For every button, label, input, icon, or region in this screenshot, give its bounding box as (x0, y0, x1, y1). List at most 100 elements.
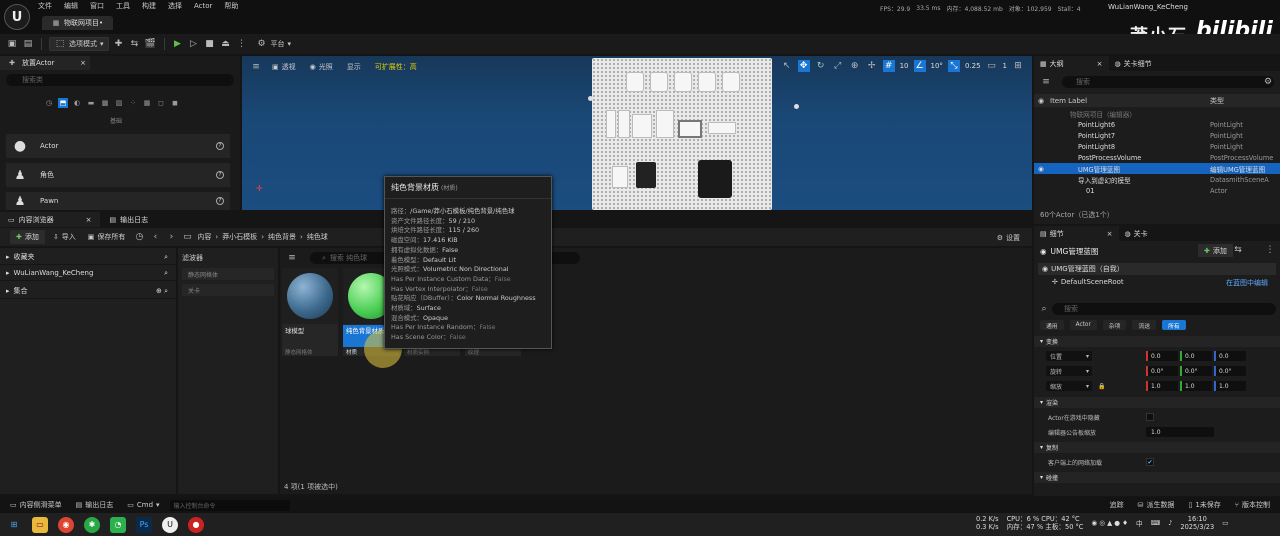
folder-icon[interactable]: ▭ (181, 231, 193, 243)
forward-icon[interactable]: › (165, 231, 177, 243)
filter-icon[interactable]: ≡ (1040, 76, 1052, 88)
eye-icon[interactable]: ◉ (1038, 165, 1044, 173)
breadcrumb-item[interactable]: 纯色背景 (268, 232, 296, 242)
breadcrumb-item[interactable]: 纯色球 (307, 232, 328, 242)
content-drawer-button[interactable]: ▭ 内容侧滑菜单 (6, 498, 66, 512)
location-x[interactable]: 0.0 (1146, 351, 1178, 361)
scale-dropdown[interactable]: 缩放 ▾ (1046, 381, 1092, 391)
file-explorer-icon[interactable]: ▭ (32, 516, 48, 533)
visual-effects-icon[interactable]: ▩ (100, 98, 110, 108)
rotation-snap[interactable]: 10° (931, 62, 943, 70)
component-root[interactable]: ✢ DefaultSceneRoot (1052, 278, 1124, 286)
place-actors-search[interactable]: 搜索类 (6, 74, 234, 86)
place-item-character[interactable]: ♟ 角色 ? (6, 163, 230, 187)
asset-tile[interactable]: 球模型 静态网格体 (282, 268, 338, 356)
breadcrumb-item[interactable]: 内容 (197, 232, 211, 242)
tab-content-browser[interactable]: ▭ 内容浏览器 × (0, 212, 100, 227)
scale-snap[interactable]: 0.25 (965, 62, 981, 70)
tab-level-details[interactable]: ◍ 关卡细节 (1109, 56, 1158, 71)
sound-icon[interactable]: ♪ (1168, 519, 1172, 527)
outliner-row[interactable]: PointLight6 PointLight (1034, 119, 1280, 130)
recent-icon[interactable]: ◷ (44, 98, 54, 108)
lock-icon[interactable]: 🔒 (1098, 383, 1105, 390)
menu-file[interactable]: 文件 (38, 1, 52, 11)
scalability-warning[interactable]: 可扩展性：高 (371, 60, 421, 74)
tab-outliner[interactable]: ▦ 大纲 × (1034, 56, 1109, 71)
world-space-icon[interactable]: ⊕ (849, 60, 861, 72)
rotation-snap-icon[interactable]: ∠ (913, 60, 926, 72)
eject-icon[interactable]: ⏏ (220, 38, 232, 50)
platform-dropdown[interactable]: ⚙ 平台 ▾ (252, 37, 296, 51)
back-icon[interactable]: ‹ (149, 231, 161, 243)
scale-snap-icon[interactable]: ⤡ (947, 60, 960, 72)
help-icon[interactable]: ? (216, 197, 224, 205)
filter-static-mesh[interactable]: 静态网格体 (182, 268, 274, 280)
rotation-x[interactable]: 0.0° (1146, 366, 1178, 376)
collections-row[interactable]: ▸ 集合 ⊕ ⌕ (0, 284, 176, 299)
select-tool-icon[interactable]: ↖ (781, 60, 793, 72)
filter-level[interactable]: 关卡 (182, 284, 274, 296)
tab-output-log[interactable]: ▤ 输出日志 (102, 212, 157, 227)
tab-details[interactable]: ▤ 细节 × (1034, 226, 1119, 241)
import-button[interactable]: ⇩ 导入 (49, 230, 80, 244)
notification-icon[interactable]: ▭ (1222, 519, 1228, 527)
menu-tools[interactable]: 工具 (116, 1, 130, 11)
level-viewport[interactable]: ≡ ▣ 透视 ◉ 光照 显示 可扩展性：高 ↖ ✥ ↻ ⤢ ⊕ ✢ # 10 ∠ 1… (242, 56, 1032, 210)
filter-icon[interactable]: ≡ (286, 252, 298, 264)
cmd-dropdown[interactable]: ▭ Cmd ▾ (123, 498, 163, 512)
light-gizmo[interactable] (588, 96, 593, 101)
location-y[interactable]: 0.0 (1180, 351, 1212, 361)
geometry-icon[interactable]: ▨ (114, 98, 124, 108)
volumes-icon[interactable]: ⁘ (128, 98, 138, 108)
record-icon[interactable]: ● (188, 516, 204, 533)
help-icon[interactable]: ? (216, 171, 224, 179)
add-button[interactable]: ✚ 添加 (10, 230, 45, 244)
outliner-row[interactable]: 导入到虚幻的模型 DatasmithSceneA (1034, 174, 1280, 185)
edit-in-blueprint-link[interactable]: 在蓝图中编辑 (1226, 278, 1268, 288)
component-self[interactable]: ◉ UMG管理蓝图（自我） (1038, 263, 1276, 275)
tab-level[interactable]: ◍ 关卡 (1119, 226, 1154, 241)
basic-icon[interactable]: ⬒ (58, 98, 68, 108)
cinematic-icon[interactable]: ▬ (86, 98, 96, 108)
keyboard-icon[interactable]: ⌨ (1151, 519, 1161, 527)
outliner-row[interactable]: PointLight7 PointLight (1034, 130, 1280, 141)
location-z[interactable]: 0.0 (1214, 351, 1246, 361)
place-item-pawn[interactable]: ♟ Pawn ? (6, 192, 230, 210)
outliner-search-input[interactable]: 搜索 (1062, 76, 1274, 88)
category-all[interactable]: 所有 (1162, 320, 1186, 330)
photoshop-icon[interactable]: Ps (136, 516, 152, 533)
place-item-actor[interactable]: ● Actor ? (6, 134, 230, 158)
scale-x[interactable]: 1.0 (1146, 381, 1178, 391)
settings-button[interactable]: ⚙ 设置 (993, 231, 1024, 245)
scale-y[interactable]: 1.0 (1180, 381, 1212, 391)
output-log-button[interactable]: ▤ 输出日志 (72, 498, 118, 512)
unreal-engine-icon[interactable]: U (162, 516, 178, 533)
menu-help[interactable]: 帮助 (224, 1, 238, 11)
tray-icons[interactable]: ◉ ◎ ▲ ● ♦ (1091, 519, 1128, 527)
search-icon[interactable]: ⌕ (164, 269, 168, 278)
mode-dropdown[interactable]: ⬚ 选项模式 ▾ (49, 37, 109, 51)
add-collection-icon[interactable]: ⊕ ⌕ (156, 287, 168, 296)
save-all-button[interactable]: ▣ 保存所有 (84, 230, 130, 244)
outliner-row[interactable]: ◉ UMG管理蓝图 编辑UMG管理蓝图 (1034, 163, 1280, 174)
place-actors-tab[interactable]: ✚ 放置Actor × (0, 56, 90, 70)
hidden-in-game-checkbox[interactable] (1146, 413, 1154, 421)
close-icon[interactable]: × (1097, 60, 1103, 68)
more-icon[interactable]: ⋮ (236, 38, 248, 50)
outliner-row[interactable]: 01 Actor (1034, 185, 1280, 196)
all-classes-icon[interactable]: ▦ (142, 98, 152, 108)
light-gizmo[interactable] (794, 104, 799, 109)
lit-button[interactable]: ◉ 光照 (306, 60, 337, 74)
hamburger-icon[interactable]: ≡ (250, 61, 262, 73)
shapes-icon[interactable]: ◻ (156, 98, 166, 108)
translate-icon[interactable]: ✥ (797, 60, 810, 72)
favorites-row[interactable]: ▸ 收藏夹 ⌕ (0, 250, 176, 265)
wechat-icon[interactable]: ◔ (110, 516, 126, 533)
close-icon[interactable]: × (80, 59, 86, 67)
clock[interactable]: 16:10 2025/3/23 (1180, 515, 1214, 531)
settings-icon[interactable]: ⚙ (1262, 76, 1274, 88)
outliner-row[interactable]: 物联网项目（编辑器） (1034, 108, 1280, 119)
close-icon[interactable]: × (86, 216, 92, 224)
scale-icon[interactable]: ⤢ (832, 60, 844, 72)
show-button[interactable]: 显示 (343, 60, 365, 74)
